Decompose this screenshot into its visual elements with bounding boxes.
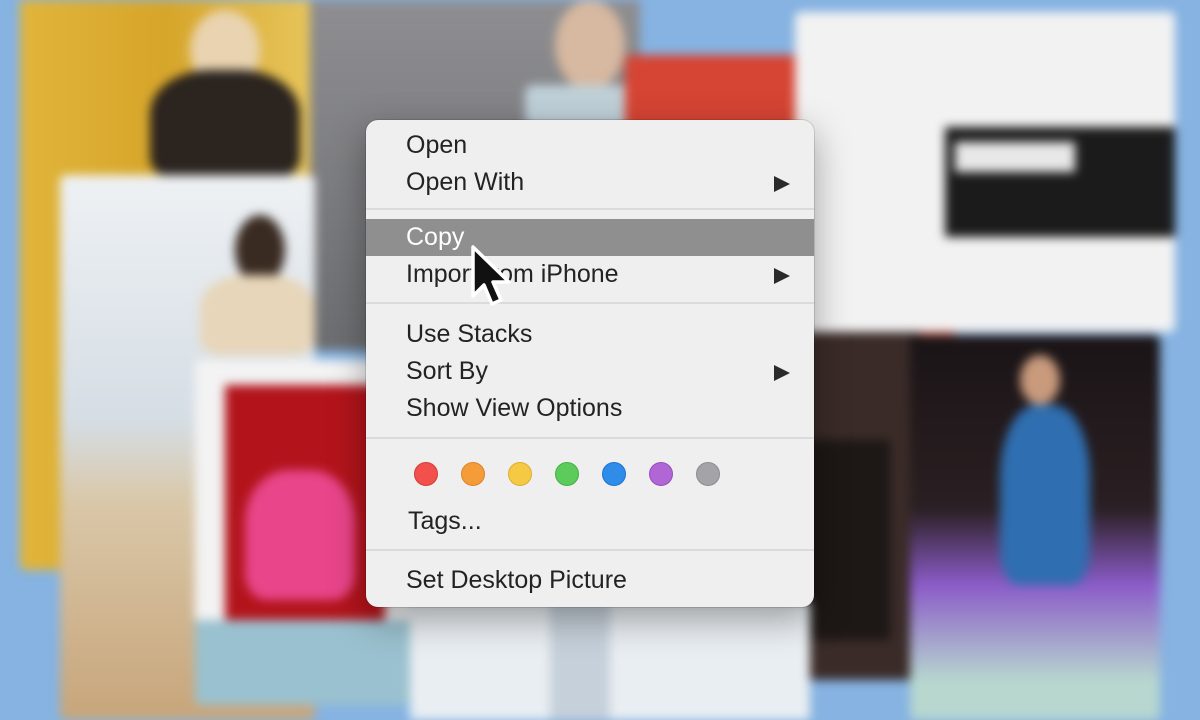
menu-separator bbox=[366, 549, 814, 551]
menu-item-show-view-options[interactable]: Show View Options bbox=[366, 390, 814, 427]
menu-item-label: Open With bbox=[406, 168, 525, 196]
menu-item-label: Tags... bbox=[408, 507, 482, 535]
app-window bbox=[795, 12, 1175, 332]
menu-item-open[interactable]: Open bbox=[366, 127, 814, 164]
photo-window bbox=[410, 600, 810, 720]
tag-purple-dot[interactable] bbox=[649, 462, 673, 486]
submenu-arrow-icon bbox=[774, 176, 790, 192]
tag-yellow-dot[interactable] bbox=[508, 462, 532, 486]
submenu-arrow-icon bbox=[774, 365, 790, 381]
tag-color-row bbox=[366, 462, 814, 488]
tag-orange-dot[interactable] bbox=[461, 462, 485, 486]
menu-item-label: Set Desktop Picture bbox=[406, 566, 627, 594]
menu-separator bbox=[366, 437, 814, 439]
context-menu: Open Open With Copy Import from iPhone U… bbox=[366, 120, 814, 607]
menu-item-tags[interactable]: Tags... bbox=[366, 503, 814, 540]
menu-item-set-desktop-picture[interactable]: Set Desktop Picture bbox=[366, 562, 814, 599]
menu-item-label: Copy bbox=[406, 223, 465, 251]
tag-gray-dot[interactable] bbox=[696, 462, 720, 486]
tag-blue-dot[interactable] bbox=[602, 462, 626, 486]
menu-item-sort-by[interactable]: Sort By bbox=[366, 353, 814, 390]
tag-red-dot[interactable] bbox=[414, 462, 438, 486]
menu-item-open-with[interactable]: Open With bbox=[366, 164, 814, 201]
menu-item-import-from-iphone[interactable]: Import from iPhone bbox=[366, 256, 814, 293]
menu-item-label: Sort By bbox=[406, 357, 488, 385]
photo-window bbox=[910, 335, 1160, 720]
tag-green-dot[interactable] bbox=[555, 462, 579, 486]
mouse-pointer-icon bbox=[471, 245, 511, 306]
menu-item-use-stacks[interactable]: Use Stacks bbox=[366, 316, 814, 353]
menu-separator bbox=[366, 208, 814, 210]
menu-item-copy[interactable]: Copy bbox=[366, 219, 814, 256]
menu-item-label: Open bbox=[406, 131, 468, 159]
menu-item-label: Show View Options bbox=[406, 394, 623, 422]
menu-item-label: Use Stacks bbox=[406, 320, 533, 348]
submenu-arrow-icon bbox=[774, 268, 790, 284]
menu-separator bbox=[366, 302, 814, 304]
